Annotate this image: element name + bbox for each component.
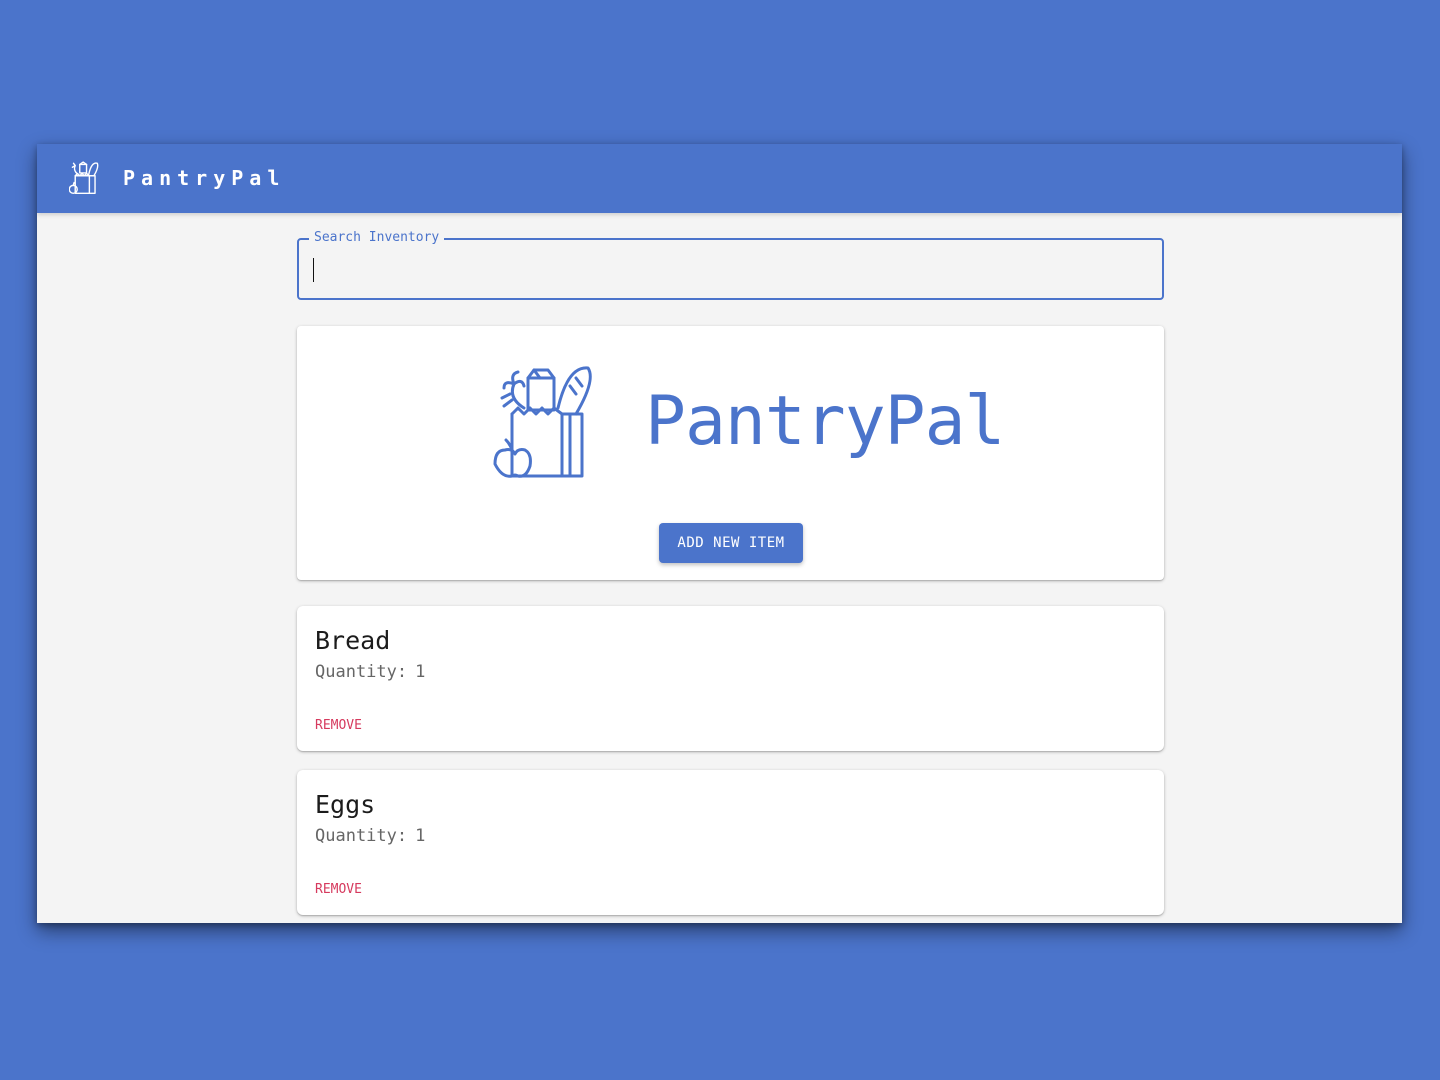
- item-name: Eggs: [315, 790, 376, 819]
- quantity-value: 1: [415, 826, 426, 846]
- hero-title: PantryPal: [645, 382, 1005, 461]
- quantity-label: Quantity:: [315, 662, 408, 682]
- grocery-bag-icon: [493, 366, 592, 478]
- quantity-label: Quantity:: [315, 826, 408, 846]
- add-new-item-button[interactable]: ADD NEW ITEM: [659, 523, 803, 563]
- remove-button[interactable]: REMOVE: [309, 878, 368, 901]
- item-card: Eggs Quantity: 1 REMOVE: [297, 770, 1164, 915]
- search-input[interactable]: [311, 254, 1145, 286]
- item-quantity: Quantity: 1: [315, 826, 433, 846]
- search-field[interactable]: Search Inventory: [297, 230, 1164, 300]
- app-title: PantryPal: [123, 166, 286, 190]
- quantity-value: 1: [415, 662, 426, 682]
- app-window: PantryPal Search Inventory PantryPal ADD…: [37, 144, 1402, 923]
- search-label: Search Inventory: [309, 230, 445, 246]
- item-quantity: Quantity: 1: [315, 662, 433, 682]
- app-bar: PantryPal: [37, 144, 1402, 213]
- remove-button[interactable]: REMOVE: [309, 714, 368, 737]
- item-name: Bread: [315, 626, 391, 655]
- item-card: Bread Quantity: 1 REMOVE: [297, 606, 1164, 751]
- grocery-bag-icon: [69, 161, 99, 194]
- text-caret: [313, 258, 314, 282]
- hero-card: PantryPal ADD NEW ITEM: [297, 326, 1164, 580]
